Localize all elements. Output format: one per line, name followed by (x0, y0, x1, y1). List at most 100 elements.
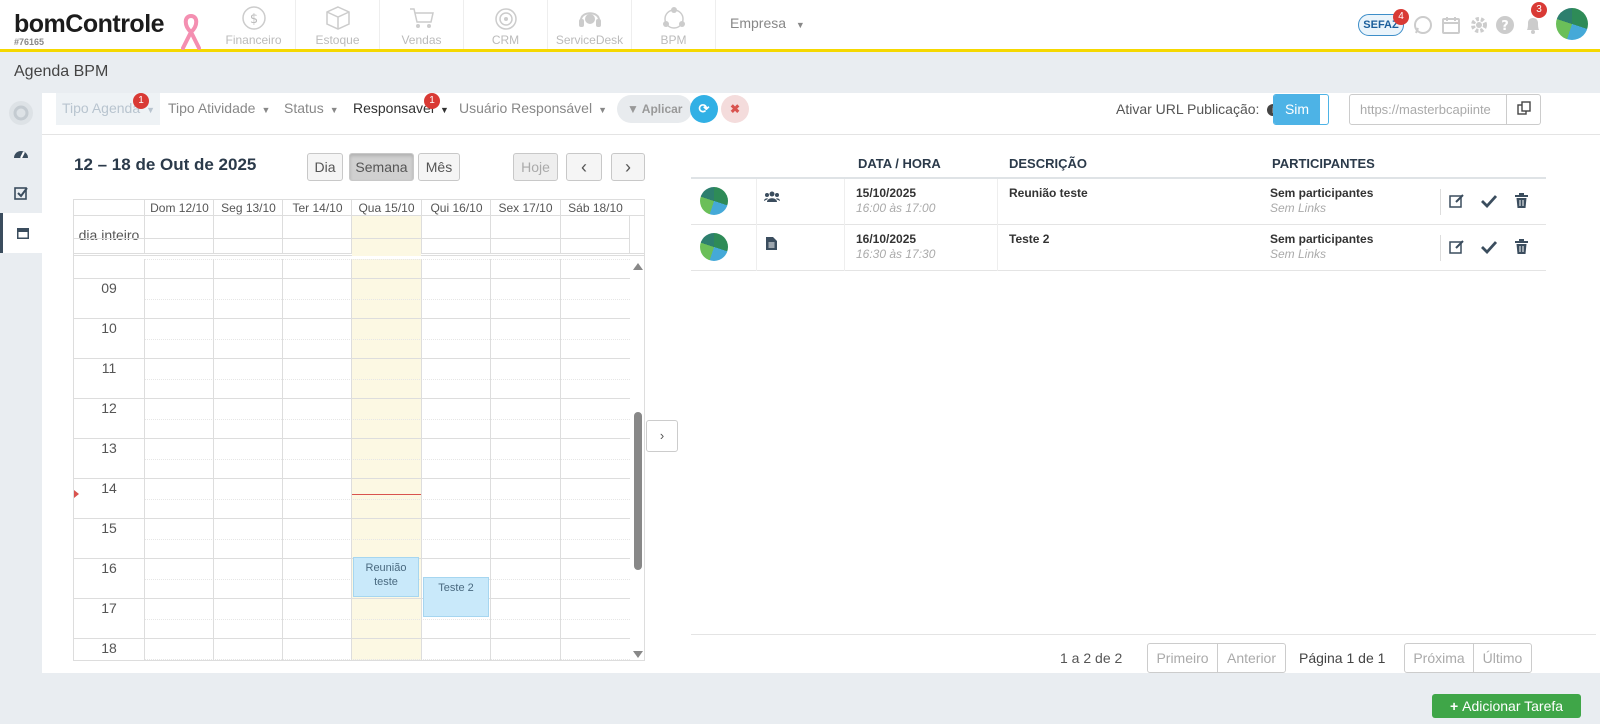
cell-divider (691, 179, 757, 225)
calendar-day-headers: Dom 12/10 Seg 13/10 Ter 14/10 Qua 15/10 … (74, 200, 644, 216)
view-day-button[interactable]: Dia (307, 153, 343, 181)
trash-icon[interactable] (1515, 193, 1528, 208)
publication-label-text: Ativar URL Publicação: (1116, 101, 1260, 117)
chevron-down-icon: ▼ (795, 20, 805, 30)
scroll-up-icon[interactable] (633, 263, 643, 270)
copy-url-button[interactable] (1507, 94, 1541, 125)
task-links: Sem Links (1270, 201, 1327, 215)
nav-dashboard[interactable] (0, 133, 42, 173)
apply-button[interactable]: ▼ Aplicar (617, 95, 693, 123)
prev-week-button[interactable]: ‹ (566, 153, 602, 181)
view-week-button[interactable]: Semana (349, 153, 414, 181)
hour-label: 17 (101, 600, 117, 616)
hour-row: 12 (74, 398, 630, 438)
scroll-thumb[interactable] (634, 412, 642, 570)
scroll-down-icon[interactable] (633, 651, 643, 658)
calendar-scrollbar[interactable] (630, 259, 644, 660)
expand-panel-button[interactable]: › (646, 420, 678, 452)
hour-row: 10 (74, 318, 630, 358)
cell-divider (757, 225, 845, 271)
calendar-icon[interactable] (1441, 15, 1461, 35)
cell-divider (1440, 189, 1441, 215)
help-icon[interactable]: ? (1495, 15, 1515, 35)
box-icon (325, 6, 350, 30)
nav-logo-item[interactable] (0, 93, 42, 133)
publication-toggle[interactable]: Sim (1273, 94, 1329, 125)
module-vendas[interactable]: Vendas (380, 0, 464, 49)
gear-icon[interactable] (1469, 15, 1489, 35)
time-grid: 09 10 11 12 13 14 15 16 17 18 Reunião te… (74, 238, 630, 660)
edit-icon[interactable] (1449, 239, 1465, 255)
filter-label: Tipo Agenda (62, 100, 141, 116)
half-hour-line (144, 659, 630, 660)
edit-icon[interactable] (1449, 193, 1465, 209)
checkbox-icon (14, 187, 28, 200)
hour-row: 11 (74, 358, 630, 398)
prev-page-button[interactable]: Anterior (1217, 643, 1286, 673)
table-row[interactable]: 16/10/2025 16:30 às 17:30 Teste 2 Sem pa… (691, 225, 1546, 271)
hour-label: 18 (101, 640, 117, 656)
today-button[interactable]: Hoje (513, 153, 558, 181)
chevron-down-icon: ▼ (146, 105, 156, 115)
next-week-button[interactable]: › (611, 153, 645, 181)
hour-label: 10 (101, 320, 117, 336)
money-circle-icon: $ (241, 6, 266, 30)
calendar-icon (16, 228, 29, 239)
filter-tipo-atividade[interactable]: Tipo Atividade ▼ (168, 93, 270, 125)
headset-icon (578, 12, 601, 27)
day-header: Ter 14/10 (282, 200, 352, 216)
check-icon[interactable] (1481, 194, 1497, 208)
filter-status[interactable]: Status ▼ (284, 93, 339, 125)
filter-label: Responsavel (353, 100, 434, 116)
check-icon[interactable] (1481, 240, 1497, 254)
refresh-button[interactable]: ⟳ (690, 95, 718, 123)
module-label: BPM (660, 33, 687, 47)
half-hour-line (144, 539, 630, 540)
nav-calendar[interactable] (0, 213, 42, 253)
target-icon (494, 8, 517, 30)
module-estoque[interactable]: Estoque (296, 0, 380, 49)
first-page-button[interactable]: Primeiro (1147, 643, 1218, 673)
filter-usuario-responsavel[interactable]: Usuário Responsável ▼ (459, 93, 607, 125)
next-page-button[interactable]: Próxima (1404, 643, 1474, 673)
publication-url-field[interactable]: https://masterbcapiinte (1349, 94, 1507, 125)
nav-tasks[interactable] (0, 173, 42, 213)
now-indicator-arrow (74, 490, 79, 498)
calendar-event[interactable]: Teste 2 (423, 577, 489, 617)
account-id: #76165 (14, 37, 45, 47)
svg-text:$: $ (249, 12, 257, 27)
filter-label: Tipo Atividade (168, 100, 256, 116)
column-line (490, 259, 491, 660)
cell-divider (845, 179, 998, 225)
half-hour-line (144, 499, 630, 500)
cell-divider (1440, 235, 1441, 261)
apply-label: Aplicar (641, 102, 683, 116)
task-participants: Sem participantes (1270, 232, 1374, 246)
module-financeiro[interactable]: $ Financeiro (212, 0, 296, 49)
whatsapp-icon[interactable] (1413, 15, 1433, 35)
last-page-button[interactable]: Último (1473, 643, 1532, 673)
column-header-description: DESCRIÇÃO (1009, 156, 1088, 171)
bell-icon[interactable] (1523, 15, 1543, 35)
hour-label: 12 (101, 400, 117, 416)
module-label: Financeiro (225, 33, 282, 47)
half-hour-line (144, 419, 630, 420)
task-participants: Sem participantes (1270, 186, 1374, 200)
chevron-down-icon: ▼ (598, 105, 607, 115)
clear-filters-button[interactable]: ✖ (721, 95, 749, 123)
calendar-event[interactable]: Reunião teste (353, 557, 419, 597)
view-month-button[interactable]: Mês (418, 153, 460, 181)
module-crm[interactable]: CRM (464, 0, 548, 49)
user-avatar[interactable] (1556, 8, 1588, 40)
table-row[interactable]: 15/10/2025 16:00 às 17:00 Reunião teste … (691, 179, 1546, 225)
brand-logo[interactable]: bomControle (14, 10, 165, 39)
filter-label: Status (284, 100, 324, 116)
module-servicedesk[interactable]: ServiceDesk (548, 0, 632, 49)
module-label: ServiceDesk (555, 33, 624, 47)
module-label: CRM (491, 33, 520, 47)
trash-icon[interactable] (1515, 239, 1528, 254)
company-menu[interactable]: Empresa ▼ (730, 15, 805, 31)
add-task-button[interactable]: + Adicionar Tarefa (1432, 694, 1581, 718)
notifications-badge: 3 (1531, 2, 1547, 18)
module-bpm[interactable]: BPM (632, 0, 716, 49)
